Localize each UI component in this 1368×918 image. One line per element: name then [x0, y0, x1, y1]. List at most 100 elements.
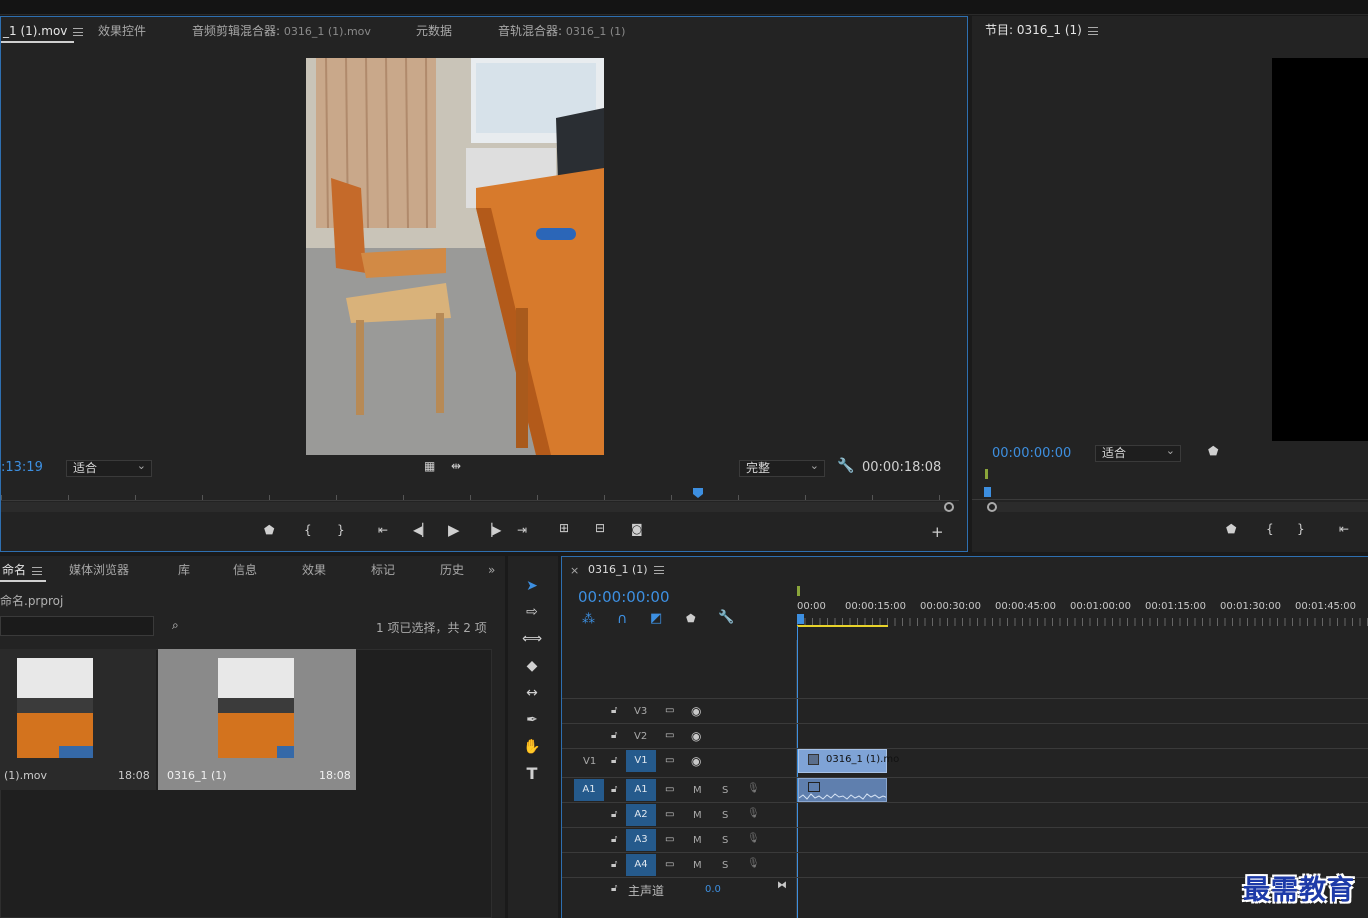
track-target-a1[interactable]: A1 [626, 779, 656, 801]
mark-out-icon[interactable]: } [337, 523, 345, 537]
overwrite-icon[interactable]: ⊟ [595, 521, 605, 535]
go-to-in-icon[interactable]: ⇤ [378, 523, 388, 537]
source-patch-a1[interactable]: A1 [574, 779, 604, 801]
tab-effects[interactable]: 效果 [302, 556, 326, 584]
add-marker-icon[interactable]: ⬟ [1226, 522, 1236, 536]
close-icon[interactable]: × [570, 564, 579, 577]
sync-lock-icon[interactable]: ▭ [665, 834, 674, 845]
tab-markers[interactable]: 标记 [371, 556, 395, 584]
mute-button[interactable]: M [693, 810, 702, 821]
eye-icon[interactable]: ◉ [691, 729, 701, 743]
program-timecode[interactable]: 00:00:00:00 [992, 446, 1071, 461]
safe-margin-icon[interactable]: ⬟ [1208, 444, 1218, 458]
mute-button[interactable]: M [693, 860, 702, 871]
menu-icon[interactable] [73, 27, 84, 36]
microphone-icon[interactable]: 🎙︎ [747, 858, 760, 869]
camera-icon[interactable]: ◙ [631, 522, 643, 536]
work-area-bar[interactable] [797, 625, 888, 627]
button-editor-icon[interactable]: + [931, 523, 944, 541]
solo-button[interactable]: S [722, 785, 728, 796]
tab-effect-controls[interactable]: 效果控件 [98, 17, 146, 45]
sync-lock-icon[interactable]: ▭ [665, 705, 674, 716]
pen-tool-icon[interactable]: ✒ [520, 709, 544, 731]
snap-icon[interactable]: ∩ [617, 611, 627, 627]
selection-tool-icon[interactable]: ➤ [520, 575, 544, 597]
sync-lock-icon[interactable]: ▭ [665, 730, 674, 741]
mute-button[interactable]: M [693, 835, 702, 846]
eye-icon[interactable]: ◉ [691, 754, 701, 768]
sync-lock-icon[interactable]: ▭ [665, 809, 674, 820]
timeline-settings-icon[interactable]: 🔧 [718, 610, 734, 625]
lock-icon[interactable]: 🔓︎ [611, 784, 617, 795]
source-zoom-bar[interactable] [1, 502, 946, 512]
zoom-handle[interactable] [944, 502, 954, 512]
mute-button[interactable]: M [693, 785, 702, 796]
more-tabs-icon[interactable]: » [488, 556, 495, 584]
source-playhead-timecode[interactable]: :13:19 [1, 460, 43, 475]
tab-info[interactable]: 信息 [233, 556, 257, 584]
project-item[interactable]: (1).mov 18:08 [0, 649, 156, 790]
linked-selection-icon[interactable]: ◩ [650, 611, 662, 626]
timeline-playhead-head[interactable] [797, 614, 804, 624]
audio-clip[interactable] [798, 778, 887, 802]
tab-sequence[interactable]: 0316_1 (1) [588, 563, 664, 576]
menu-icon[interactable] [32, 566, 43, 575]
lock-icon[interactable]: 🔓︎ [611, 883, 617, 894]
project-item-selected[interactable]: 0316_1 (1) 18:08 [158, 649, 356, 790]
program-time-ruler[interactable] [972, 486, 1368, 500]
tab-metadata[interactable]: 元数据 [416, 17, 452, 45]
play-icon[interactable]: ▶ [448, 521, 460, 539]
tab-media-browser[interactable]: 媒体浏览器 [69, 556, 129, 584]
master-volume-value[interactable]: 0.0 [705, 884, 721, 895]
solo-button[interactable]: S [722, 810, 728, 821]
lock-icon[interactable]: 🔓︎ [611, 809, 617, 820]
step-back-icon[interactable]: ◀▏ [413, 523, 431, 537]
microphone-icon[interactable]: 🎙︎ [747, 833, 760, 844]
lock-icon[interactable]: 🔓︎ [611, 834, 617, 845]
microphone-icon[interactable]: 🎙︎ [747, 808, 760, 819]
mark-in-icon[interactable]: { [1266, 522, 1274, 536]
tab-program[interactable]: 节目: 0316_1 (1) [985, 16, 1098, 44]
drag-video-icon[interactable]: ⇹ [451, 459, 461, 473]
ripple-edit-tool-icon[interactable]: ⟺ [520, 628, 544, 650]
menu-icon[interactable] [653, 566, 664, 574]
tab-libraries[interactable]: 库 [178, 556, 190, 584]
timeline-timecode[interactable]: 00:00:00:00 [578, 588, 670, 606]
nest-toggle-icon[interactable]: ⁂ [582, 612, 595, 627]
search-bin-icon[interactable]: ⌕ [172, 618, 179, 633]
hand-tool-icon[interactable]: ✋ [520, 736, 544, 758]
solo-button[interactable]: S [722, 860, 728, 871]
tab-audio-clip-mixer[interactable]: 音频剪辑混合器: 0316_1 (1).mov [192, 17, 371, 45]
track-select-tool-icon[interactable]: ⇨ [520, 601, 544, 623]
add-marker-icon[interactable]: ⬟ [686, 612, 696, 625]
video-clip[interactable]: 0316_1 (1).mo [798, 749, 899, 773]
track-target-a4[interactable]: A4 [626, 854, 656, 876]
project-search-input[interactable] [0, 616, 154, 636]
lock-icon[interactable]: 🔓︎ [611, 859, 617, 870]
go-to-in-icon[interactable]: ⇤ [1339, 522, 1349, 536]
sync-lock-icon[interactable]: ▭ [665, 859, 674, 870]
program-fit-dropdown[interactable]: 适合 [1095, 443, 1181, 462]
microphone-icon[interactable]: 🎙︎ [747, 783, 760, 794]
tab-history[interactable]: 历史 [440, 556, 464, 584]
sync-lock-icon[interactable]: ▭ [665, 755, 674, 766]
source-patch-label[interactable]: V1 [583, 756, 596, 767]
insert-icon[interactable]: ⊞ [559, 521, 569, 535]
slip-tool-icon[interactable]: ↔ [520, 682, 544, 704]
source-time-ruler[interactable] [1, 487, 959, 501]
source-fit-dropdown[interactable]: 适合 [66, 458, 152, 477]
lock-icon[interactable]: 🔓︎ [611, 730, 617, 741]
go-to-end-icon[interactable]: ⧓ [777, 880, 787, 891]
eye-icon[interactable]: ◉ [691, 704, 701, 718]
razor-tool-icon[interactable]: ◆ [520, 655, 544, 677]
menu-icon[interactable] [1087, 26, 1098, 35]
track-target-a3[interactable]: A3 [626, 829, 656, 851]
sync-lock-icon[interactable]: ▭ [665, 784, 674, 795]
solo-button[interactable]: S [722, 835, 728, 846]
track-target-v1[interactable]: V1 [626, 750, 656, 772]
program-zoom-bar[interactable] [997, 502, 1368, 512]
zoom-handle[interactable] [987, 502, 997, 512]
lock-icon[interactable]: 🔓︎ [611, 705, 617, 716]
lock-icon[interactable]: 🔓︎ [611, 755, 617, 766]
go-to-out-icon[interactable]: ⇥ [517, 523, 527, 537]
